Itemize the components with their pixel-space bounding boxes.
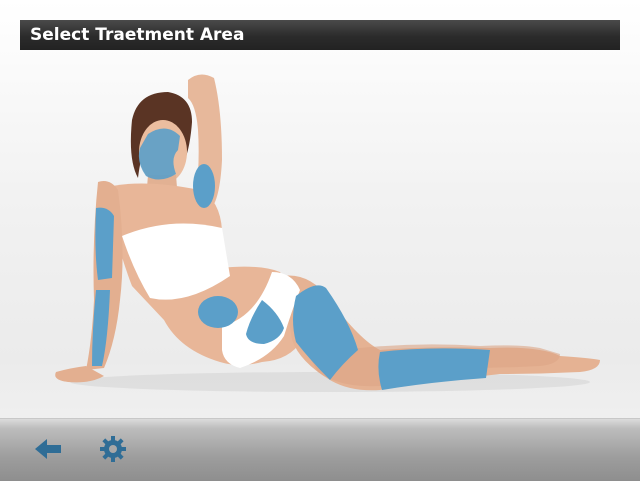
zone-upper-arm[interactable] (95, 207, 114, 280)
model-figure (55, 74, 600, 392)
zone-underarm[interactable] (193, 164, 215, 208)
title-bar: Select Traetment Area (20, 20, 620, 50)
back-button[interactable] (30, 431, 66, 467)
gear-icon (100, 436, 126, 462)
footer-toolbar (0, 418, 640, 481)
page-title: Select Traetment Area (30, 25, 245, 45)
settings-button[interactable] (95, 431, 131, 467)
arrow-left-icon (35, 439, 61, 459)
zone-abdomen[interactable] (198, 296, 238, 328)
model-stage (0, 50, 640, 418)
